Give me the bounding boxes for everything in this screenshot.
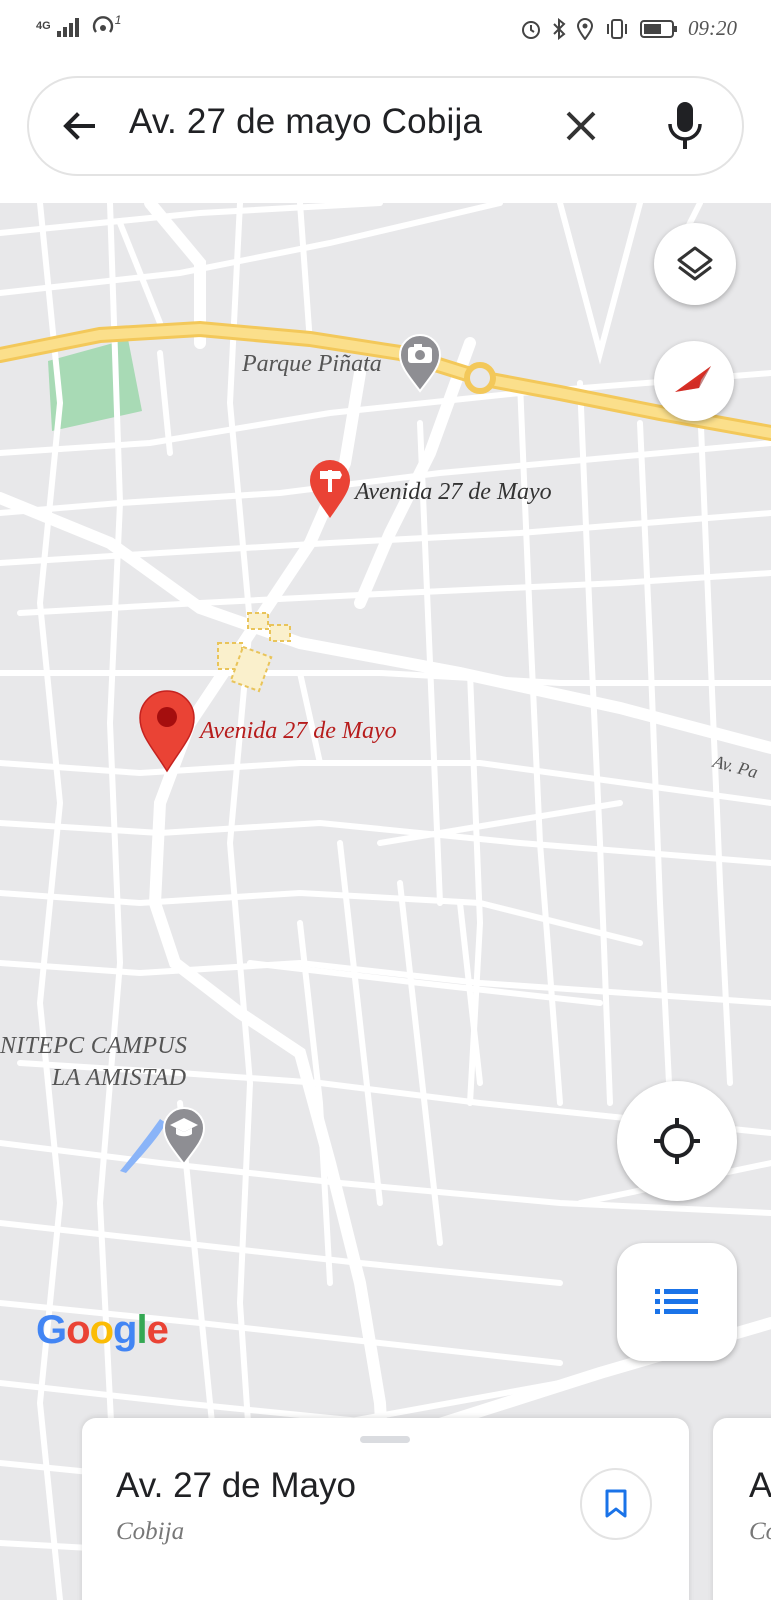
bookmark-icon [605, 1489, 627, 1518]
result-title: Av. 27 de Mayo [116, 1466, 356, 1505]
result-pin-label[interactable]: Avenida 27 de Mayo [200, 718, 397, 745]
battery-icon [640, 19, 677, 38]
mic-icon[interactable] [663, 100, 707, 152]
top-bar: Av. 27 de mayo Cobija [0, 58, 771, 203]
google-logo: Google [36, 1308, 169, 1352]
road-network [0, 203, 771, 1600]
campus-label-line2[interactable]: LA AMISTAD [52, 1065, 186, 1092]
compass-button[interactable] [654, 341, 734, 421]
poi-pin-icon[interactable] [308, 458, 352, 520]
location-icon [576, 17, 594, 40]
save-button[interactable] [580, 1468, 652, 1540]
next-result-subtitle: Co [749, 1518, 771, 1545]
signal-icon [56, 18, 79, 37]
poi-label[interactable]: Avenida 27 de Mayo [355, 479, 552, 506]
status-left: 4G 1 [36, 13, 122, 38]
my-location-button[interactable] [617, 1081, 737, 1201]
drag-handle[interactable] [360, 1436, 410, 1443]
result-subtitle: Cobija [116, 1518, 185, 1545]
result-card[interactable]: Av. 27 de Mayo Cobija [82, 1418, 689, 1600]
campus-label-line1[interactable]: NITEPC CAMPUS [0, 1033, 187, 1060]
bluetooth-icon [553, 17, 566, 40]
alarm-icon [522, 20, 540, 39]
map-view[interactable]: Parque Piñata Avenida 27 de Mayo Avenida… [0, 203, 771, 1600]
hotspot-count: 1 [114, 13, 122, 27]
park-label[interactable]: Parque Piñata [242, 351, 382, 378]
vibrate-icon [607, 18, 627, 39]
status-bar: 4G 1 09:20 [0, 0, 771, 58]
hotspot-icon [92, 16, 113, 33]
search-input[interactable]: Av. 27 de mayo Cobija [129, 102, 482, 142]
camera-icon[interactable] [398, 333, 442, 393]
pin-icon[interactable] [138, 689, 196, 773]
next-result-title: A [749, 1466, 771, 1505]
my-location-icon [654, 1118, 700, 1164]
school-icon[interactable] [162, 1106, 206, 1166]
status-right: 09:20 [520, 16, 737, 41]
back-arrow-icon[interactable] [57, 104, 101, 148]
list-icon [655, 1289, 698, 1314]
park-area [48, 339, 142, 431]
clear-icon[interactable] [559, 104, 603, 148]
next-result-card[interactable]: A Co [713, 1418, 771, 1600]
search-box[interactable]: Av. 27 de mayo Cobija [27, 76, 744, 176]
network-type: 4G [36, 20, 51, 32]
clock: 09:20 [688, 16, 737, 40]
list-view-button[interactable] [617, 1243, 737, 1361]
layers-button[interactable] [654, 223, 736, 305]
compass-icon [675, 366, 711, 392]
layers-icon [677, 246, 713, 281]
